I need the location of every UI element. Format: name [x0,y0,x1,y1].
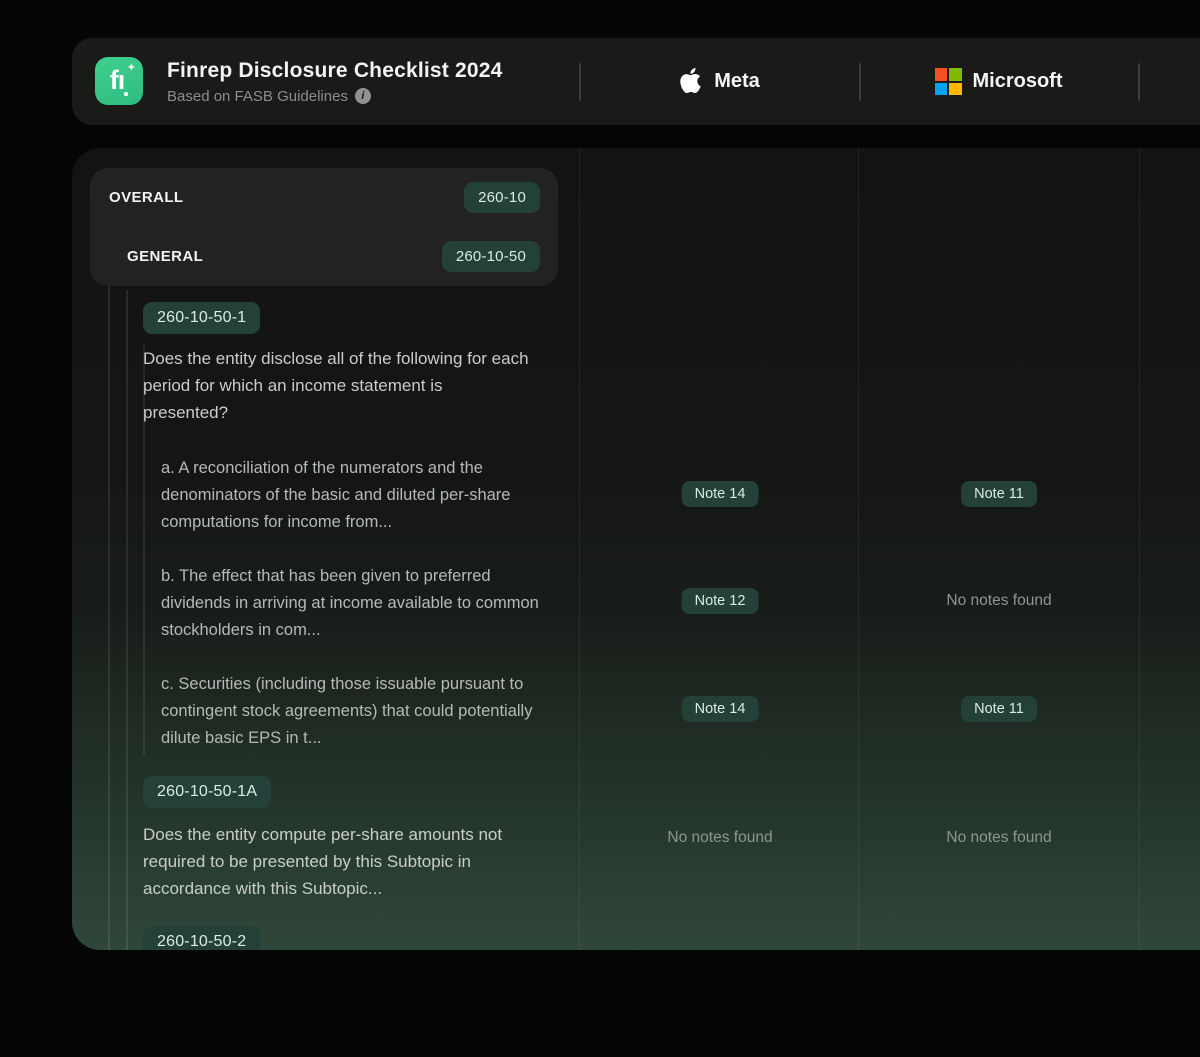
info-icon[interactable]: i [355,88,371,104]
logo-glyph: fı [110,65,125,96]
no-notes-text: No notes found [946,592,1051,610]
column-divider [579,148,580,950]
question-text: Does the entity compute per-share amount… [143,821,543,902]
section-code-badge[interactable]: 260-10-50 [442,241,540,272]
note-chip[interactable]: Note 14 [682,696,759,722]
company-label-meta: Meta [714,70,760,93]
question-code-badge[interactable]: 260-10-50-1A [143,776,271,808]
title-block: Finrep Disclosure Checklist 2024 Based o… [167,38,503,125]
subitem-text-a: a. A reconciliation of the numerators an… [161,455,541,536]
no-notes-text: No notes found [946,829,1051,847]
section-card: OVERALL 260-10 GENERAL 260-10-50 [90,168,558,286]
section-code-badge[interactable]: 260-10 [464,182,540,213]
subtitle-text: Based on FASB Guidelines [167,88,348,105]
question-code-badge[interactable]: 260-10-50-2 [143,926,260,950]
subitem-text-c: c. Securities (including those issuable … [161,671,541,752]
note-chip[interactable]: Note 11 [961,696,1037,722]
column-divider [1139,148,1140,950]
app-header: fı ✦ Finrep Disclosure Checklist 2024 Ba… [72,38,1200,125]
note-chip[interactable]: Note 12 [682,588,759,614]
note-chip[interactable]: Note 14 [682,481,759,507]
sparkle-icon: ✦ [127,61,136,74]
indent-guide-level2 [126,290,128,950]
section-label: GENERAL [127,248,203,265]
section-row-overall[interactable]: OVERALL 260-10 [90,168,558,227]
checklist-panel: OVERALL 260-10 GENERAL 260-10-50 260-10-… [72,148,1200,950]
column-header-meta: Meta [579,38,859,125]
question-text: Does the entity disclose all of the foll… [143,345,529,426]
app-logo-icon: fı ✦ [95,57,143,105]
indent-guide-level1 [108,228,110,950]
header-divider [1138,63,1140,101]
section-row-general[interactable]: GENERAL 260-10-50 [90,227,558,286]
subitem-text-b: b. The effect that has been given to pre… [161,563,541,644]
app: fı ✦ Finrep Disclosure Checklist 2024 Ba… [0,0,1200,1057]
company-label-microsoft: Microsoft [973,70,1063,93]
no-notes-text: No notes found [667,829,772,847]
apple-icon [678,68,703,93]
column-divider [858,148,859,950]
page-title: Finrep Disclosure Checklist 2024 [167,59,503,83]
question-code-badge[interactable]: 260-10-50-1 [143,302,260,334]
section-label: OVERALL [109,189,183,206]
logo-dot [124,92,128,96]
column-header-microsoft: Microsoft [859,38,1138,125]
note-chip[interactable]: Note 11 [961,481,1037,507]
page-subtitle: Based on FASB Guidelines i [167,88,503,105]
microsoft-icon [935,68,962,95]
